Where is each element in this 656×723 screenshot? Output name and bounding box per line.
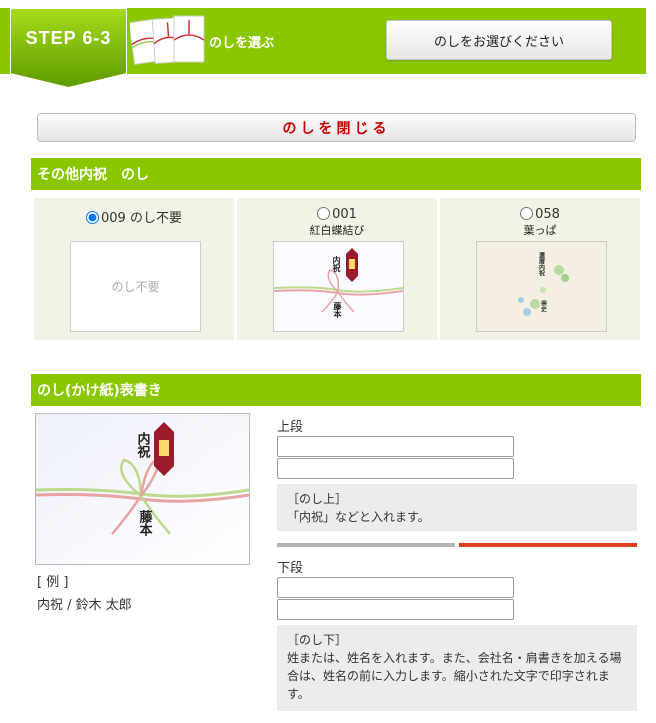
noshi-option-058[interactable]: 058 葉っぱ 還暦内祝 崇史 [440,198,640,340]
divider-gray [277,543,455,547]
lower-note: ［のし下］ 姓または、姓名を入れます。また、会社名・肩書きを加える場合は、姓名の… [277,625,637,711]
choose-noshi-button[interactable]: のしをお選びください [386,20,612,60]
upper-note-text: 「内祝」などと入れます。 [287,510,430,524]
no-noshi-image[interactable]: のし不要 [70,241,201,332]
lower-note-title: ［のし下］ [287,633,348,647]
option-label: 009 のし不要 [101,211,182,226]
header-title: のしを選ぶ [209,36,275,51]
radio-001-input[interactable] [317,207,331,220]
noshi-lower-text: 藤本 [332,301,343,319]
upper-label: 上段 [277,420,304,435]
noshi-options: 009 のし不要 のし不要 001 紅白蝶結び 内祝 藤本 058 葉っぱ 還暦… [31,195,641,343]
leaf-lower-text: 崇史 [540,299,547,313]
option-sub-label: 葉っぱ [523,224,557,237]
lower-label: 下段 [277,561,304,576]
radio-058-input[interactable] [520,207,534,220]
noshi-radio-058[interactable]: 058 [440,207,640,222]
example-label: [ 例 ] [37,575,69,590]
option-sub-label: 紅白蝶結び [309,224,365,237]
close-noshi-button[interactable]: のしを閉じる [37,113,636,142]
noshi-upper-text: 内祝 [332,255,342,273]
upper-input-1[interactable] [277,436,514,457]
noshi-thumbnail-icon [128,14,206,66]
upper-note-title: ［のし上］ [287,492,348,506]
option-label: 001 [332,207,357,222]
example-value: 内祝 / 鈴木 太郎 [37,598,132,613]
section-title-noshi: その他内祝 のし [31,158,641,190]
example-lower-text: 藤本 [137,509,153,537]
noshi-option-001[interactable]: 001 紅白蝶結び 内祝 藤本 [237,198,437,340]
lower-input-2[interactable] [277,599,514,620]
leaf-noshi-image[interactable]: 還暦内祝 崇史 [476,241,607,332]
divider-red [459,543,637,547]
step-label: STEP 6-3 [25,28,112,48]
step-badge: STEP 6-3 [9,7,128,90]
upper-input-2[interactable] [277,458,514,479]
example-noshi-image: 内祝 藤本 [35,413,250,565]
noshi-radio-001[interactable]: 001 [237,207,437,222]
no-noshi-text: のし不要 [111,280,160,294]
upper-note: ［のし上］ 「内祝」などと入れます。 [277,484,637,531]
option-label: 058 [535,207,560,222]
red-white-bow-noshi-image[interactable]: 内祝 藤本 [273,241,404,332]
noshi-option-009[interactable]: 009 のし不要 のし不要 [34,198,234,340]
radio-009-input[interactable] [86,211,100,224]
lower-input-1[interactable] [277,577,514,598]
example-upper-text: 内祝 [135,431,151,459]
noshi-radio-009[interactable]: 009 のし不要 [34,207,234,226]
section-title-inscription: のし(かけ紙)表書き [31,374,641,406]
lower-note-text: 姓または、姓名を入れます。また、会社名・肩書きを加える場合は、姓名の前に入力しま… [287,651,622,701]
leaf-upper-text: 還暦内祝 [538,251,545,277]
